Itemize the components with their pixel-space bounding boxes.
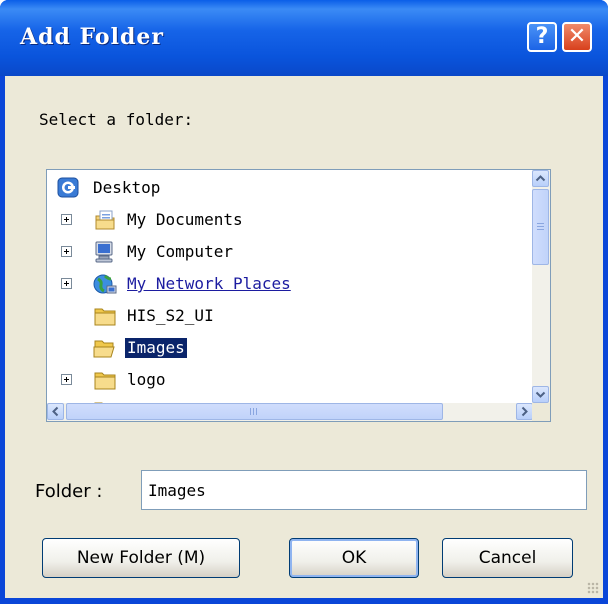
- scroll-left-button[interactable]: [47, 403, 64, 420]
- tree-item-my-network-places[interactable]: My Network Places: [47, 270, 533, 298]
- tree-item-logo[interactable]: logo: [47, 366, 533, 394]
- my-computer-icon: [95, 241, 113, 263]
- tree-item-label: My Network Places: [127, 274, 291, 293]
- window-title: Add Folder: [20, 24, 164, 50]
- network-places-icon: [93, 274, 117, 294]
- expand-icon[interactable]: [61, 278, 72, 289]
- chevron-down-icon: [535, 391, 546, 398]
- my-documents-icon: [95, 210, 115, 230]
- select-folder-prompt: Select a folder:: [39, 110, 194, 129]
- close-button[interactable]: ✕: [562, 22, 592, 52]
- folder-icon: [94, 372, 116, 390]
- desktop-icon: [57, 177, 79, 198]
- chevron-right-icon: [521, 406, 528, 417]
- tree-item-label: My Documents: [127, 210, 243, 229]
- chevron-left-icon: [52, 406, 59, 417]
- tree-item-label: My Computer: [127, 242, 233, 261]
- vertical-scroll-thumb[interactable]: [532, 189, 549, 265]
- scrollbar-corner: [532, 403, 550, 421]
- help-icon: ?: [535, 24, 549, 49]
- tree-item-label: HIS_S2_UI: [127, 306, 214, 325]
- title-bar[interactable]: Add Folder ? ✕: [0, 0, 608, 76]
- expand-icon[interactable]: [61, 246, 72, 257]
- vertical-scrollbar[interactable]: [532, 170, 550, 404]
- horizontal-scrollbar[interactable]: [47, 403, 533, 421]
- grip-icon: [537, 223, 544, 230]
- resize-grip-icon[interactable]: [587, 582, 599, 594]
- grip-icon: [250, 408, 257, 415]
- tree-item-his-s2-ui[interactable]: HIS_S2_UI: [47, 302, 533, 330]
- scroll-up-button[interactable]: [532, 170, 549, 187]
- add-folder-dialog: Add Folder ? ✕ Select a folder: Desktop: [0, 0, 608, 604]
- folder-icon: [94, 308, 116, 326]
- scroll-right-button[interactable]: [516, 403, 533, 420]
- tree-item-desktop[interactable]: Desktop: [47, 174, 533, 202]
- chevron-up-icon: [535, 175, 546, 182]
- ok-button[interactable]: OK: [289, 538, 419, 578]
- expand-icon[interactable]: [61, 374, 72, 385]
- horizontal-scroll-thumb[interactable]: [66, 403, 443, 420]
- folder-name-input[interactable]: [141, 470, 587, 510]
- expand-icon[interactable]: [61, 214, 72, 225]
- help-button[interactable]: ?: [527, 22, 557, 52]
- close-icon: ✕: [567, 24, 587, 49]
- tree-item-my-computer[interactable]: My Computer: [47, 238, 533, 266]
- folder-field-label: Folder :: [35, 481, 103, 502]
- folder-open-icon: [93, 340, 115, 358]
- folder-tree-list: Desktop My Documents My Computer My Netw…: [47, 170, 533, 404]
- tree-item-label: Images: [125, 338, 187, 358]
- tree-item-label: logo: [127, 370, 166, 389]
- tree-item-my-documents[interactable]: My Documents: [47, 206, 533, 234]
- cancel-button[interactable]: Cancel: [442, 538, 573, 578]
- folder-tree[interactable]: Desktop My Documents My Computer My Netw…: [46, 169, 551, 422]
- new-folder-button[interactable]: New Folder (M): [42, 538, 240, 578]
- dialog-body: Select a folder: Desktop My Documents My…: [5, 76, 603, 598]
- scroll-down-button[interactable]: [532, 386, 549, 403]
- tree-item-images[interactable]: Images: [47, 334, 533, 362]
- tree-item-label: Desktop: [93, 178, 161, 197]
